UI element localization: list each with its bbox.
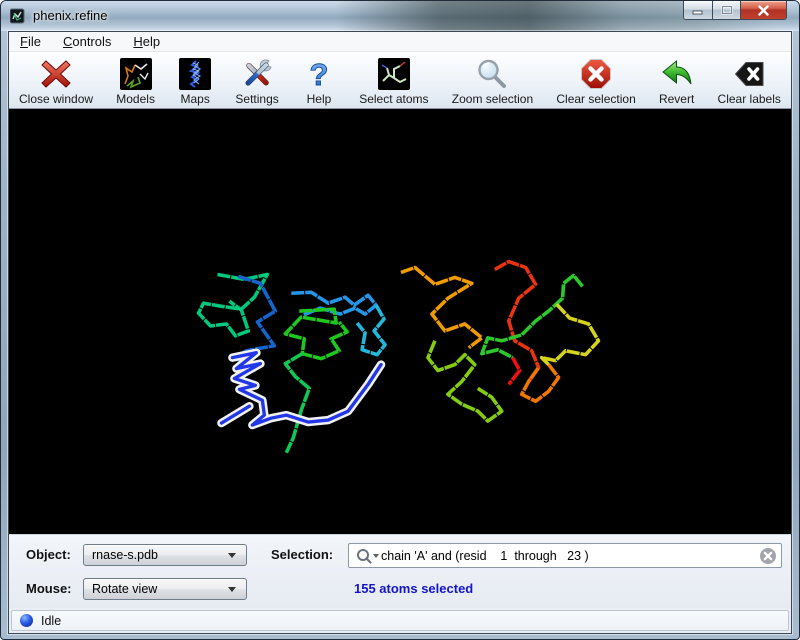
- revert-icon: [660, 57, 694, 91]
- search-icon[interactable]: [355, 547, 381, 565]
- trace-green-core: [285, 309, 347, 359]
- window-controls: [683, 1, 787, 20]
- molecule-rendering: [9, 109, 791, 534]
- minimize-button[interactable]: [683, 1, 712, 20]
- zoom-selection-button[interactable]: Zoom selection: [450, 56, 535, 107]
- selection-label: Selection:: [271, 547, 333, 562]
- titlebar[interactable]: phenix.refine: [1, 1, 799, 31]
- clear-selection-button[interactable]: Clear selection: [554, 56, 637, 107]
- close-button[interactable]: [741, 1, 787, 20]
- statusbar: Idle: [9, 608, 791, 633]
- maximize-button[interactable]: [712, 1, 741, 20]
- app-icon: [10, 8, 26, 24]
- revert-button[interactable]: Revert: [657, 56, 696, 107]
- settings-button[interactable]: Settings: [233, 56, 280, 107]
- object-label: Object:: [26, 547, 71, 562]
- app-window: phenix.refine File Controls Help: [0, 0, 800, 640]
- control-panel: Object: rnase-s.pdb Mouse: Rotate view S…: [9, 534, 791, 608]
- trace-orange-top: [401, 268, 482, 348]
- selection-search-field: [348, 543, 782, 568]
- chevron-down-icon: [228, 587, 236, 592]
- help-button[interactable]: ? Help: [300, 56, 338, 107]
- selection-input[interactable]: [381, 549, 759, 563]
- clear-labels-button[interactable]: Clear labels: [716, 56, 783, 107]
- settings-icon: [240, 57, 274, 91]
- maps-button[interactable]: Maps: [176, 56, 214, 107]
- menu-controls[interactable]: Controls: [59, 33, 115, 50]
- zoom-selection-icon: [475, 57, 509, 91]
- svg-text:?: ?: [310, 57, 329, 91]
- menu-file[interactable]: File: [16, 33, 45, 50]
- status-panel: Idle: [11, 610, 789, 631]
- mouse-combobox[interactable]: Rotate view: [83, 578, 247, 600]
- menu-help[interactable]: Help: [129, 33, 164, 50]
- select-atoms-button[interactable]: Select atoms: [357, 56, 430, 107]
- models-icon: [119, 57, 153, 91]
- status-text: Idle: [41, 614, 61, 628]
- trace-green-tail: [285, 354, 309, 453]
- clear-search-button[interactable]: [759, 547, 777, 565]
- help-icon: ?: [302, 57, 336, 91]
- trace-orange-bottom: [522, 365, 559, 402]
- close-window-icon: [39, 57, 73, 91]
- clear-selection-icon: [579, 57, 613, 91]
- select-atoms-icon: [377, 57, 411, 91]
- molecule-viewer-canvas[interactable]: [9, 109, 791, 534]
- mouse-label: Mouse:: [26, 581, 72, 596]
- toolbar: Close window Models: [9, 52, 791, 109]
- window-content: File Controls Help Close window: [8, 31, 792, 634]
- status-indicator-icon: [20, 614, 33, 627]
- mouse-combobox-value: Rotate view: [92, 582, 228, 596]
- chevron-down-icon: [228, 553, 236, 558]
- menubar: File Controls Help: [9, 32, 791, 52]
- selection-trace-spur: [221, 406, 249, 423]
- object-combobox[interactable]: rnase-s.pdb: [83, 544, 247, 566]
- trace-yellow-right: [542, 304, 599, 364]
- atoms-selected-text: 155 atoms selected: [354, 581, 473, 596]
- trace-red-tip: [509, 358, 520, 385]
- clear-labels-icon: [732, 57, 766, 91]
- maps-icon: [178, 57, 212, 91]
- models-button[interactable]: Models: [114, 56, 157, 107]
- object-combobox-value: rnase-s.pdb: [92, 548, 228, 562]
- window-title: phenix.refine: [33, 8, 107, 23]
- close-window-button[interactable]: Close window: [17, 56, 95, 107]
